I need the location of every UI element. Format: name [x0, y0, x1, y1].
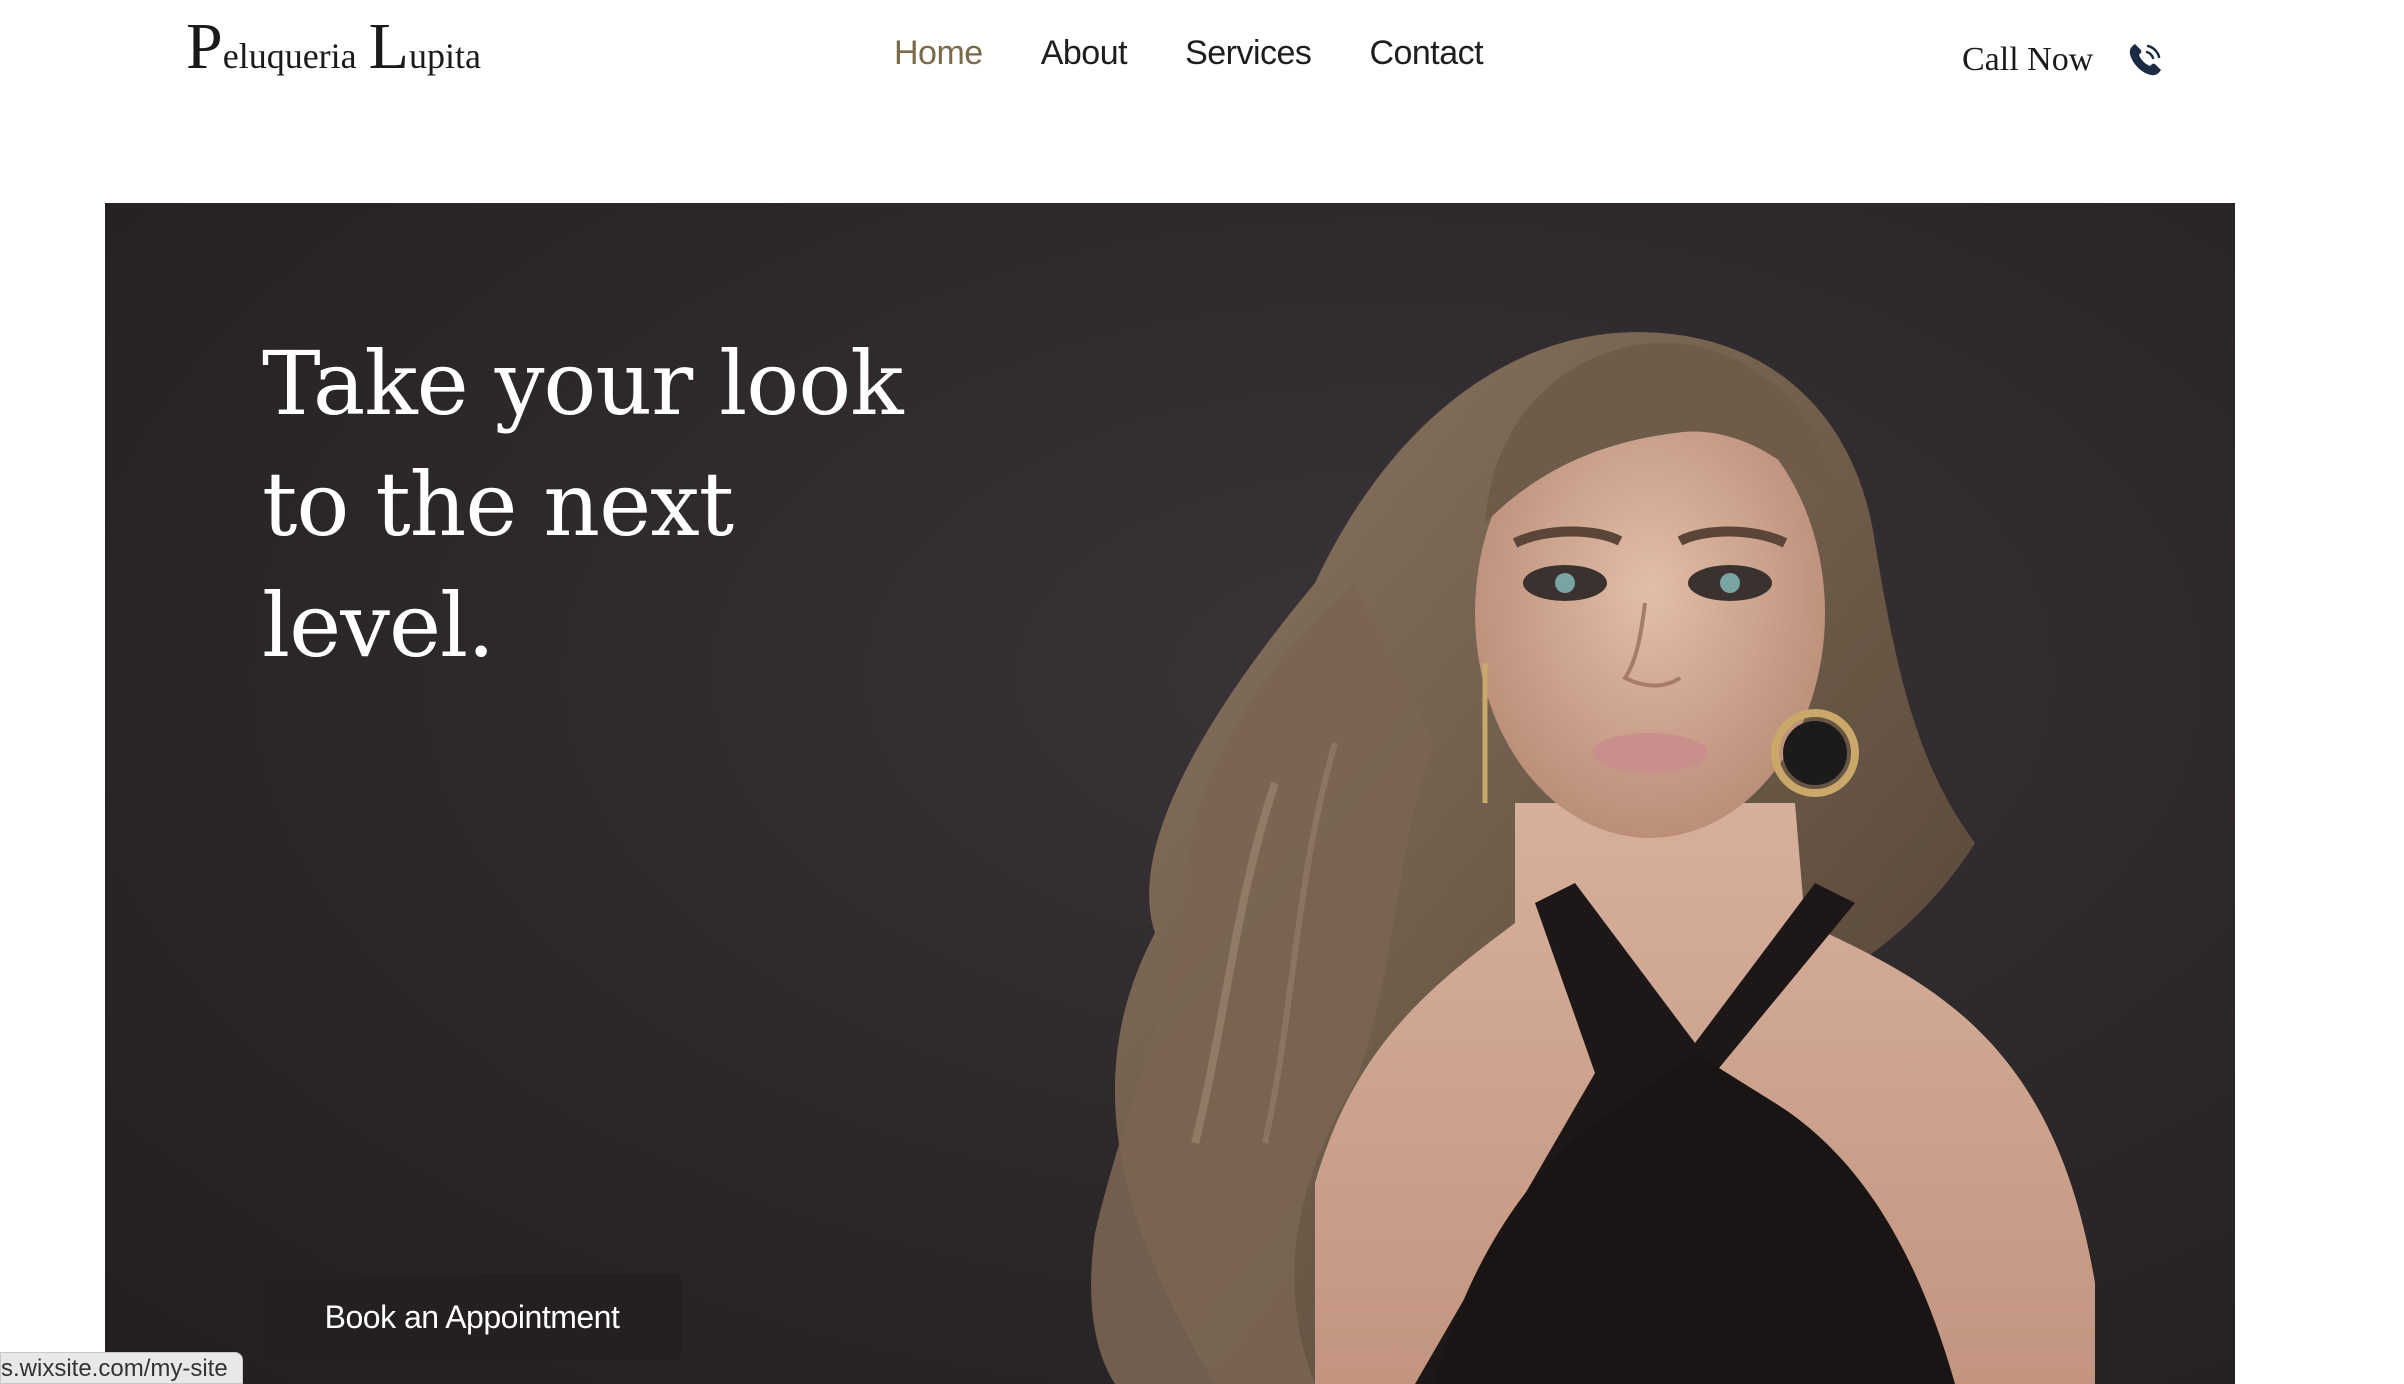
hero-heading: Take your look to the next level.: [262, 332, 904, 677]
main-nav: Home About Services Contact: [894, 34, 1484, 73]
logo-word-lupita: upita: [408, 36, 481, 76]
logo-word-peluqueria: eluqueria: [222, 36, 357, 76]
nav-item-contact[interactable]: Contact: [1369, 34, 1483, 73]
book-appointment-button[interactable]: Book an Appointment: [263, 1274, 681, 1360]
nav-item-services[interactable]: Services: [1185, 34, 1312, 73]
page: Peluqueria Lupita Home About Services Con…: [0, 0, 2404, 1384]
call-now-button[interactable]: Call Now: [1962, 40, 2165, 80]
logo-initial-l: L: [368, 10, 409, 83]
logo-initial-p: P: [186, 10, 223, 83]
site-logo[interactable]: Peluqueria Lupita: [186, 14, 481, 80]
site-header: Peluqueria Lupita Home About Services Con…: [0, 0, 2404, 200]
hero-section: Take your look to the next level. Book a…: [105, 203, 2235, 1384]
status-bar-url: s.wixsite.com/my-site: [0, 1352, 243, 1384]
nav-item-home[interactable]: Home: [894, 34, 983, 73]
nav-item-about[interactable]: About: [1041, 34, 1128, 73]
phone-icon[interactable]: [2125, 40, 2165, 80]
call-now-label: Call Now: [1962, 41, 2094, 78]
hero-photo: [1091, 332, 2095, 1384]
